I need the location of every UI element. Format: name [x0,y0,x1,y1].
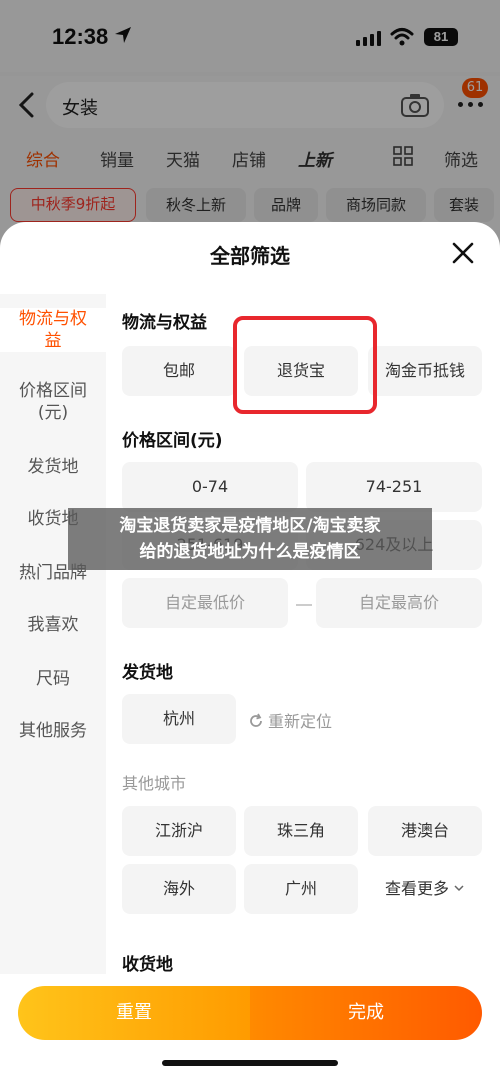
city-hk-macau-tw[interactable]: 港澳台 [368,806,482,856]
side-item-size[interactable]: 尺码 [0,668,106,690]
price-max-input[interactable]: 自定最高价 [316,578,482,628]
option-free-shipping[interactable]: 包邮 [122,346,236,396]
relocate-button[interactable]: 重新定位 [248,708,332,732]
relocate-label: 重新定位 [268,712,333,731]
city-guangzhou[interactable]: 广州 [244,864,358,914]
reset-button[interactable]: 重置 [18,986,250,1040]
caption-line-2: 给的退货地址为什么是疫情区 [139,542,361,562]
section-logistics-title: 物流与权益 [122,313,207,333]
filter-side-nav: 物流与权益 价格区间(元) 发货地 收货地 热门品牌 我喜欢 尺码 其他服务 [0,294,106,974]
caption-line-1: 淘宝退货卖家是疫情地区/淘宝卖家 [119,516,381,536]
side-item-logistics[interactable]: 物流与权益 [0,308,106,352]
overlay-caption: 淘宝退货卖家是疫情地区/淘宝卖家 给的退货地址为什么是疫情区 [68,508,432,570]
action-bar: 重置 完成 [18,986,482,1040]
side-item-favorites[interactable]: 我喜欢 [0,614,106,636]
refresh-icon [250,713,262,727]
other-cities-title: 其他城市 [122,774,187,793]
city-jiangzhehu[interactable]: 江浙沪 [122,806,236,856]
section-receive-title: 收货地 [122,955,173,975]
highlight-annotation-box [233,316,377,414]
section-ship-from-title: 发货地 [122,663,173,683]
side-item-price[interactable]: 价格区间(元) [0,380,106,424]
section-price-title: 价格区间(元) [122,431,223,451]
chevron-down-icon [454,885,464,892]
option-coin-deduction[interactable]: 淘金币抵钱 [368,346,482,396]
price-range-dash [296,604,312,606]
see-more-label: 查看更多 [384,879,449,898]
side-item-other[interactable]: 其他服务 [0,720,106,742]
close-icon[interactable] [450,240,476,266]
price-min-input[interactable]: 自定最低价 [122,578,288,628]
done-button[interactable]: 完成 [250,986,482,1040]
sheet-title: 全部筛选 [210,244,290,268]
price-range-1[interactable]: 0-74 [122,462,298,512]
ship-from-current[interactable]: 杭州 [122,694,236,744]
home-indicator [162,1060,338,1066]
price-range-2[interactable]: 74-251 [306,462,482,512]
side-item-ship-from[interactable]: 发货地 [0,456,106,478]
city-overseas[interactable]: 海外 [122,864,236,914]
see-more-cities-button[interactable]: 查看更多 [368,864,482,914]
city-pearl-delta[interactable]: 珠三角 [244,806,358,856]
